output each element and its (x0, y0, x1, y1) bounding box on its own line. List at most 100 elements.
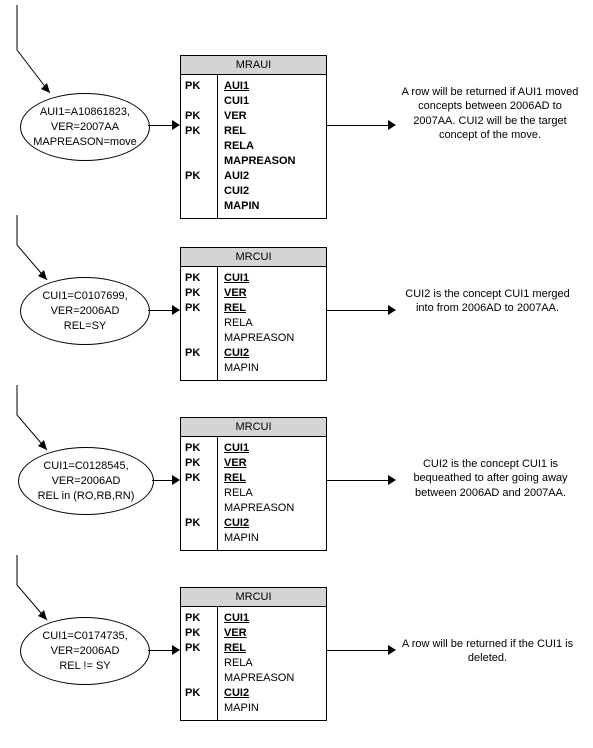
pk-cell (185, 486, 213, 501)
ellipse-line: MAPREASON=move (33, 135, 137, 150)
pk-cell (185, 184, 213, 199)
field-cell: CUI1 (224, 94, 314, 109)
field-cell: REL (224, 301, 314, 316)
table-title: MRCUI (181, 418, 326, 437)
arrowhead (388, 305, 396, 315)
table-title: MRCUI (181, 248, 326, 267)
pk-cell: PK (185, 346, 213, 361)
table-mrcui-2: MRCUI PKPKPKPK CUI1VERRELRELAMAPREASONCU… (180, 247, 327, 381)
query-ellipse-1: AUI1=A10861823, VER=2007AA MAPREASON=mov… (20, 93, 150, 161)
ellipse-line: AUI1=A10861823, (40, 105, 130, 120)
lead-arrow-1 (5, 5, 65, 105)
ellipse-line: REL in (RO,RB,RN) (38, 489, 135, 504)
pk-cell: PK (185, 79, 213, 94)
pk-cell: PK (185, 626, 213, 641)
pk-cell: PK (185, 109, 213, 124)
table-mrcui-4: MRCUI PKPKPKPK CUI1VERRELRELAMAPREASONCU… (180, 587, 327, 721)
ellipse-line: CUI1=C0128545, (43, 459, 128, 474)
table-pk-column: PKPKPKPK (181, 75, 218, 218)
pk-cell: PK (185, 124, 213, 139)
field-cell: VER (224, 286, 314, 301)
pk-cell: PK (185, 516, 213, 531)
pk-cell: PK (185, 641, 213, 656)
query-ellipse-4: CUI1=C0174735, VER=2006AD REL != SY (20, 617, 150, 685)
pk-cell (185, 501, 213, 516)
arrow-table-to-desc-1 (326, 125, 394, 126)
ellipse-line: REL=SY (64, 319, 107, 334)
arrowhead (388, 475, 396, 485)
arrowhead (388, 120, 396, 130)
ellipse-line: REL != SY (59, 659, 110, 674)
table-mraui: MRAUI PKPKPKPK AUI1CUI1VERRELRELAMAPREAS… (180, 55, 327, 219)
description-3: CUI2 is the concept CUI1 is bequeathed t… (398, 457, 583, 500)
description-2: CUI2 is the concept CUI1 merged into fro… (400, 287, 575, 316)
field-cell: MAPREASON (224, 154, 314, 169)
arrow-table-to-desc-2 (326, 310, 394, 311)
pk-cell: PK (185, 456, 213, 471)
field-cell: MAPIN (224, 701, 314, 716)
field-cell: AUI1 (224, 79, 314, 94)
pk-cell: PK (185, 169, 213, 184)
pk-cell (185, 331, 213, 346)
field-cell: AUI2 (224, 169, 314, 184)
pk-cell: PK (185, 611, 213, 626)
ellipse-line: CUI1=C0107699, (42, 289, 127, 304)
description-1: A row will be returned if AUI1 moved con… (400, 85, 580, 142)
ellipse-line: VER=2006AD (51, 304, 120, 319)
arrow-table-to-desc-4 (326, 650, 394, 651)
pk-cell: PK (185, 441, 213, 456)
table-field-column: CUI1VERRELRELAMAPREASONCUI2MAPIN (218, 267, 320, 380)
table-title: MRCUI (181, 588, 326, 607)
pk-cell (185, 94, 213, 109)
field-cell: MAPIN (224, 361, 314, 376)
field-cell: MAPREASON (224, 331, 314, 346)
pk-cell (185, 199, 213, 214)
field-cell: CUI1 (224, 611, 314, 626)
field-cell: CUI2 (224, 184, 314, 199)
ellipse-line: VER=2006AD (51, 644, 120, 659)
field-cell: MAPREASON (224, 671, 314, 686)
pk-cell: PK (185, 471, 213, 486)
ellipse-line: VER=2006AD (52, 474, 121, 489)
arrowhead (172, 305, 180, 315)
query-ellipse-2: CUI1=C0107699, VER=2006AD REL=SY (20, 277, 150, 345)
field-cell: VER (224, 626, 314, 641)
pk-cell: PK (185, 271, 213, 286)
field-cell: CUI1 (224, 441, 314, 456)
field-cell: MAPIN (224, 199, 314, 214)
field-cell: RELA (224, 139, 314, 154)
table-field-column: CUI1VERRELRELAMAPREASONCUI2MAPIN (218, 437, 320, 550)
ellipse-line: VER=2007AA (51, 120, 119, 135)
table-field-column: AUI1CUI1VERRELRELAMAPREASONAUI2CUI2MAPIN (218, 75, 320, 218)
arrowhead (172, 645, 180, 655)
field-cell: RELA (224, 656, 314, 671)
query-ellipse-3: CUI1=C0128545, VER=2006AD REL in (RO,RB,… (18, 447, 154, 515)
field-cell: VER (224, 456, 314, 471)
table-mrcui-3: MRCUI PKPKPKPK CUI1VERRELRELAMAPREASONCU… (180, 417, 327, 551)
arrowhead (388, 645, 396, 655)
pk-cell (185, 361, 213, 376)
table-pk-column: PKPKPKPK (181, 437, 218, 550)
table-title: MRAUI (181, 56, 326, 75)
pk-cell (185, 656, 213, 671)
field-cell: CUI2 (224, 686, 314, 701)
pk-cell (185, 139, 213, 154)
field-cell: CUI1 (224, 271, 314, 286)
field-cell: MAPREASON (224, 501, 314, 516)
field-cell: CUI2 (224, 516, 314, 531)
arrowhead (172, 475, 180, 485)
table-field-column: CUI1VERRELRELAMAPREASONCUI2MAPIN (218, 607, 320, 720)
pk-cell (185, 671, 213, 686)
table-pk-column: PKPKPKPK (181, 607, 218, 720)
table-pk-column: PKPKPKPK (181, 267, 218, 380)
field-cell: REL (224, 124, 314, 139)
field-cell: RELA (224, 316, 314, 331)
pk-cell: PK (185, 686, 213, 701)
pk-cell (185, 701, 213, 716)
field-cell: REL (224, 641, 314, 656)
pk-cell: PK (185, 286, 213, 301)
pk-cell: PK (185, 301, 213, 316)
arrowhead (172, 120, 180, 130)
pk-cell (185, 154, 213, 169)
field-cell: VER (224, 109, 314, 124)
